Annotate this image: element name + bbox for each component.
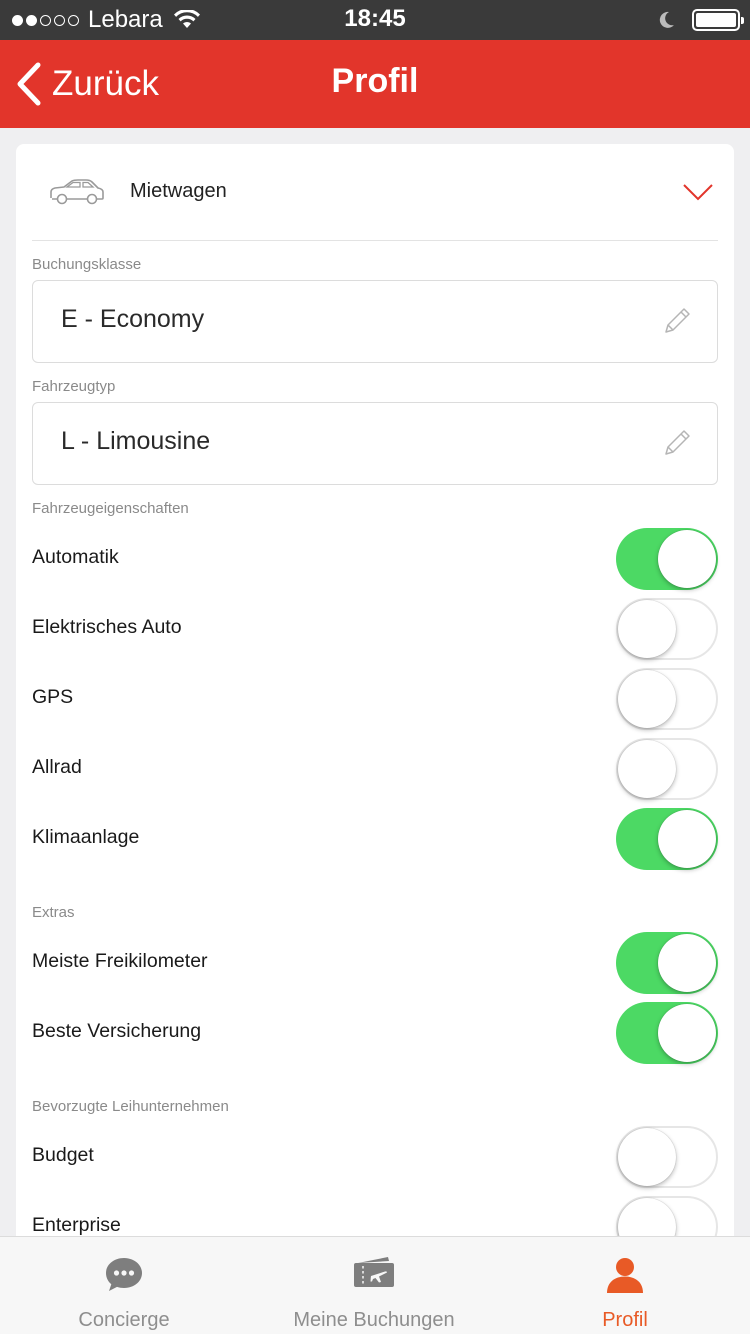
battery-fill bbox=[696, 13, 736, 27]
vehicle-type-label: Fahrzeugtyp bbox=[32, 378, 116, 395]
toggle-knob bbox=[618, 1128, 676, 1186]
status-right bbox=[656, 6, 744, 34]
allrad-toggle[interactable] bbox=[616, 738, 718, 800]
toggle-label: Meiste Freikilometer bbox=[32, 950, 208, 972]
ticket-icon bbox=[354, 1257, 394, 1287]
booking-class-field[interactable]: E - Economy bbox=[32, 280, 718, 363]
toggle-row-electric: Elektrisches Auto bbox=[32, 594, 718, 664]
category-label: Mietwagen bbox=[130, 180, 227, 202]
gps-toggle[interactable] bbox=[616, 668, 718, 730]
toggle-label: Enterprise bbox=[32, 1214, 121, 1236]
car-icon bbox=[50, 179, 104, 205]
nav-bar: Zurück Profil bbox=[0, 40, 750, 128]
moon-icon bbox=[659, 11, 674, 28]
person-icon bbox=[607, 1258, 643, 1293]
vehicle-type-field[interactable]: L - Limousine bbox=[32, 402, 718, 485]
toggle-row-freikilometer: Meiste Freikilometer bbox=[32, 928, 718, 998]
tab-bar: Concierge Meine Buchungen Profil bbox=[0, 1236, 750, 1334]
tab-label: Concierge bbox=[78, 1309, 170, 1331]
toggle-knob bbox=[658, 1004, 716, 1062]
chat-bubble-icon bbox=[106, 1258, 142, 1291]
budget-toggle[interactable] bbox=[616, 1126, 718, 1188]
automatik-toggle[interactable] bbox=[616, 528, 718, 590]
toggle-row-automatik: Automatik bbox=[32, 524, 718, 594]
toggle-row-klimaanlage: Klimaanlage bbox=[32, 804, 718, 874]
toggle-row-allrad: Allrad bbox=[32, 734, 718, 804]
tab-concierge[interactable]: Concierge bbox=[0, 1237, 248, 1334]
toggle-label: Automatik bbox=[32, 546, 119, 568]
booking-class-value: E - Economy bbox=[61, 305, 205, 333]
toggle-knob bbox=[658, 934, 716, 992]
tab-profil[interactable]: Profil bbox=[500, 1237, 750, 1334]
toggle-label: Allrad bbox=[32, 756, 82, 778]
rental-car-card: Mietwagen Buchungsklasse E - Economy Fah… bbox=[16, 144, 734, 1244]
toggle-knob bbox=[658, 810, 716, 868]
battery-icon bbox=[692, 9, 744, 31]
toggle-label: Budget bbox=[32, 1144, 94, 1166]
toggle-label: Beste Versicherung bbox=[32, 1020, 202, 1042]
chevron-down-icon bbox=[683, 184, 713, 201]
toggle-knob bbox=[618, 670, 676, 728]
category-header[interactable]: Mietwagen bbox=[32, 144, 718, 241]
status-bar: Lebara 18:45 bbox=[0, 0, 750, 40]
toggle-label: Elektrisches Auto bbox=[32, 616, 182, 638]
pencil-icon bbox=[665, 430, 690, 455]
toggle-row-budget: Budget bbox=[32, 1122, 718, 1192]
tab-meine-buchungen[interactable]: Meine Buchungen bbox=[248, 1237, 500, 1334]
features-label: Fahrzeugeigenschaften bbox=[32, 500, 189, 517]
tab-label: Profil bbox=[602, 1309, 648, 1331]
freikilometer-toggle[interactable] bbox=[616, 932, 718, 994]
extras-label: Extras bbox=[32, 904, 75, 921]
page-title: Profil bbox=[331, 62, 419, 100]
toggle-row-versicherung: Beste Versicherung bbox=[32, 998, 718, 1068]
companies-label: Bevorzugte Leihunternehmen bbox=[32, 1098, 229, 1115]
toggle-label: Klimaanlage bbox=[32, 826, 140, 848]
versicherung-toggle[interactable] bbox=[616, 1002, 718, 1064]
toggle-knob bbox=[618, 600, 676, 658]
toggle-knob bbox=[658, 530, 716, 588]
klimaanlage-toggle[interactable] bbox=[616, 808, 718, 870]
electric-car-toggle[interactable] bbox=[616, 598, 718, 660]
pencil-icon bbox=[665, 308, 690, 333]
status-time: 18:45 bbox=[344, 5, 406, 32]
booking-class-label: Buchungsklasse bbox=[32, 256, 142, 273]
vehicle-type-value: L - Limousine bbox=[61, 427, 211, 455]
toggle-knob bbox=[618, 740, 676, 798]
toggle-row-gps: GPS bbox=[32, 664, 718, 734]
toggle-label: GPS bbox=[32, 686, 74, 708]
tab-label: Meine Buchungen bbox=[293, 1309, 455, 1331]
